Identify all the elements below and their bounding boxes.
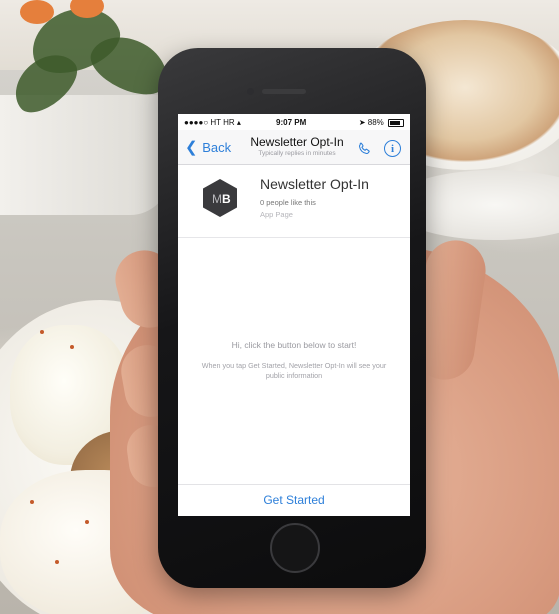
get-started-button[interactable]: Get Started	[178, 493, 410, 507]
spice	[30, 500, 34, 504]
status-time: 9:07 PM	[276, 118, 307, 127]
page-likes: 0 people like this	[260, 198, 316, 207]
spice	[70, 345, 74, 349]
location-icon: ➤	[358, 118, 366, 127]
nav-subtitle-text: Typically replies in minutes	[258, 150, 336, 157]
battery-percent: 88%	[367, 118, 384, 127]
wifi-icon: ▴	[236, 118, 241, 127]
spice	[55, 560, 59, 564]
home-button[interactable]	[270, 523, 320, 573]
nav-title-text: Newsletter Opt-In	[250, 135, 344, 149]
svg-text:B: B	[222, 192, 231, 206]
svg-text:M: M	[212, 192, 222, 206]
battery-icon	[388, 118, 404, 127]
spice	[40, 330, 44, 334]
spice	[85, 520, 89, 524]
back-label: Back	[202, 140, 232, 155]
page-logo: M B	[203, 179, 237, 217]
status-bar: ●●●●○ HT HR ▴ 9:07 PM ➤ 88%	[178, 114, 410, 130]
welcome-message: Hi, click the button below to start!	[231, 340, 357, 350]
front-camera	[247, 88, 254, 95]
flower	[20, 0, 54, 24]
back-button[interactable]: ❮ Back	[185, 138, 231, 156]
phone-icon[interactable]	[356, 141, 372, 157]
battery-status: ➤ 88%	[359, 118, 404, 127]
get-started-bar: Get Started	[178, 484, 410, 516]
chevron-left-icon: ❮	[185, 139, 198, 156]
page-type: App Page	[260, 210, 293, 219]
privacy-notice: When you tap Get Started, Newsletter Opt…	[201, 361, 387, 380]
info-icon[interactable]: i	[384, 140, 401, 157]
page-name: Newsletter Opt-In	[260, 176, 369, 192]
page-info-card[interactable]: M B Newsletter Opt-In 0 people like this…	[178, 165, 410, 238]
conversation-title: Newsletter Opt-In Typically replies in m…	[242, 135, 352, 157]
carrier-signal: ●●●●○ HT HR ▴	[184, 118, 241, 127]
phone-screen: ●●●●○ HT HR ▴ 9:07 PM ➤ 88% ❮ Back Newsl…	[178, 114, 410, 516]
messenger-nav-bar: ❮ Back Newsletter Opt-In Typically repli…	[178, 130, 410, 165]
carrier-text: ●●●●○ HT HR	[184, 118, 235, 127]
plant-pot	[0, 95, 170, 215]
earpiece-speaker	[262, 89, 306, 94]
